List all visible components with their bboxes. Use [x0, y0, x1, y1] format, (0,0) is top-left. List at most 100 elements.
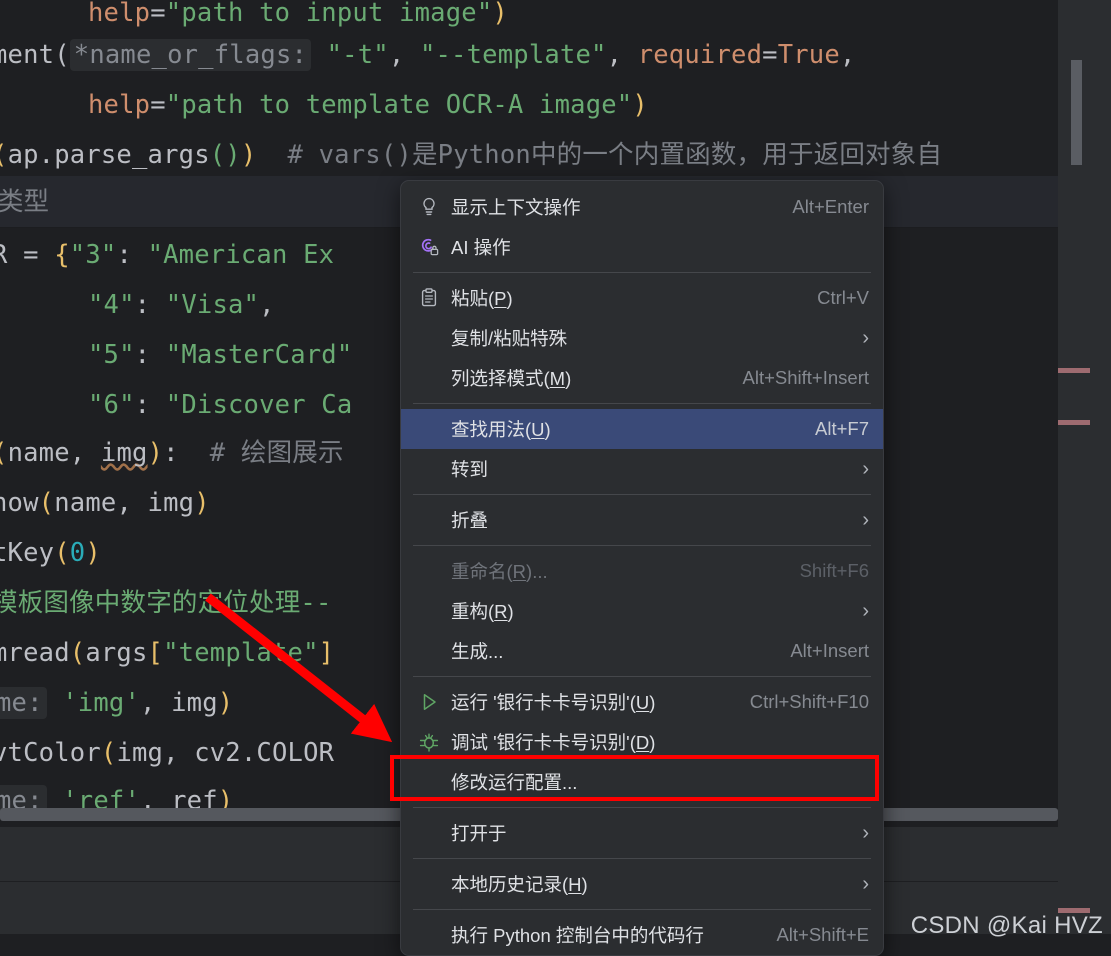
menu-item-folding[interactable]: 折叠 ›: [401, 500, 883, 540]
code-line: (name, img): # 绘图展示: [0, 428, 344, 478]
code-token: "--template": [419, 40, 607, 70]
code-token: (): [209, 140, 241, 170]
code-token: 0: [69, 538, 86, 568]
menu-item-generate[interactable]: 生成... Alt+Insert: [401, 631, 883, 671]
chevron-right-icon: ›: [862, 822, 869, 844]
code-token: ap.parse_args: [7, 140, 210, 170]
code-token: name, img: [54, 488, 195, 518]
lightbulb-icon: [413, 194, 445, 220]
code-token: "4": [88, 290, 135, 320]
code-token: how: [0, 488, 39, 518]
code-token: True: [777, 40, 840, 70]
code-token: "Visa": [165, 290, 260, 320]
icon-placeholder: [413, 507, 445, 533]
menu-item-label: 复制/粘贴特殊: [451, 328, 568, 349]
menu-item-refactor[interactable]: 重构(R) ›: [401, 591, 883, 631]
code-line: "6": "Discover Ca: [88, 380, 352, 430]
code-line: me: 'img', img): [0, 678, 233, 728]
menu-item-label: 列选择模式(M): [451, 368, 572, 389]
menu-item-show-context-actions[interactable]: 显示上下文操作 Alt+Enter: [401, 187, 883, 227]
menu-item-shortcut: Alt+Insert: [790, 640, 869, 661]
menu-item-run[interactable]: 运行 '银行卡卡号识别'(U) Ctrl+Shift+F10: [401, 682, 883, 722]
menu-item-execute-line-in-python-console[interactable]: 执行 Python 控制台中的代码行 Alt+Shift+E: [401, 915, 883, 955]
code-token: ): [85, 538, 101, 568]
chevron-right-icon: ›: [862, 873, 869, 895]
code-line: how(name, img): [0, 478, 210, 528]
code-token: [: [147, 638, 164, 668]
code-line: "5": "MasterCard": [88, 330, 352, 380]
code-token: help: [88, 90, 151, 120]
menu-item-label: 生成...: [451, 641, 504, 662]
menu-item-debug[interactable]: 调试 '银行卡卡号识别'(D): [401, 722, 883, 762]
menu-separator: [413, 676, 871, 677]
editor-context-menu[interactable]: 显示上下文操作 Alt+Enter AI 操作粘贴(P) Ctrl+V 复制/粘贴特殊 ›…: [400, 180, 884, 956]
error-marker[interactable]: [1058, 420, 1090, 425]
menu-item-paste[interactable]: 粘贴(P) Ctrl+V: [401, 278, 883, 318]
menu-item-label: 打开于: [451, 823, 507, 844]
chevron-right-icon: ›: [862, 600, 869, 622]
menu-item-label: 查找用法(U): [451, 419, 551, 440]
code-token: (: [0, 438, 8, 468]
menu-separator: [413, 545, 871, 546]
menu-item-shortcut: Alt+Enter: [792, 196, 869, 217]
ai-actions-icon: [413, 234, 445, 260]
code-token: =: [150, 90, 166, 120]
code-line: help="path to template OCR-A image"): [88, 80, 648, 130]
code-token: required: [637, 40, 763, 70]
code-token: "-t": [326, 40, 389, 70]
code-token: "MasterCard": [165, 340, 353, 370]
menu-item-find-usages[interactable]: 查找用法(U) Alt+F7: [401, 409, 883, 449]
chevron-right-icon: ›: [862, 458, 869, 480]
menu-item-shortcut: Alt+Shift+Insert: [742, 367, 869, 388]
menu-item-label: 折叠: [451, 510, 489, 531]
menu-item-label: 粘贴(P): [451, 288, 513, 309]
menu-item-shortcut: Ctrl+V: [817, 287, 869, 308]
code-token: :: [134, 390, 166, 420]
menu-item-go-to[interactable]: 转到 ›: [401, 449, 883, 489]
menu-item-shortcut: Shift+F6: [799, 560, 869, 581]
chevron-right-icon: ›: [862, 327, 869, 349]
menu-item-ai-actions[interactable]: AI 操作: [401, 227, 883, 267]
run-icon: [413, 689, 445, 715]
code-line: 模板图像中数字的定位处理--: [0, 578, 332, 628]
code-token: mread: [0, 638, 70, 668]
code-token: "3": [69, 240, 117, 270]
code-token: (: [38, 488, 55, 518]
editor-marker-strip[interactable]: [1058, 0, 1111, 956]
error-marker[interactable]: [1058, 368, 1090, 373]
menu-item-label: 调试 '银行卡卡号识别'(D): [451, 732, 656, 753]
menu-item-shortcut: Ctrl+Shift+F10: [749, 691, 869, 712]
menu-item-column-selection-mode[interactable]: 列选择模式(M) Alt+Shift+Insert: [401, 358, 883, 398]
code-token: "path to template OCR-A image": [165, 90, 633, 120]
code-token: ): [147, 438, 164, 468]
code-token: R: [0, 240, 23, 270]
menu-item-copy-paste-special[interactable]: 复制/粘贴特殊 ›: [401, 318, 883, 358]
menu-item-open-in[interactable]: 打开于 ›: [401, 813, 883, 853]
code-token: =: [150, 0, 166, 28]
menu-separator: [413, 858, 871, 859]
menu-separator: [413, 403, 871, 404]
menu-item-local-history[interactable]: 本地历史记录(H) ›: [401, 864, 883, 904]
menu-item-rename[interactable]: 重命名(R)... Shift+F6: [401, 551, 883, 591]
code-token: {: [54, 240, 70, 270]
menu-item-label: 转到: [451, 459, 489, 480]
code-token: :: [134, 290, 166, 320]
wrapped-comment-text: 类型: [0, 187, 50, 217]
watermark-text: CSDN @Kai HVZ: [910, 912, 1103, 939]
menu-item-modify-run-configuration[interactable]: 修改运行配置...: [401, 762, 883, 802]
code-token: ): [217, 688, 234, 718]
code-token: =: [23, 240, 55, 270]
code-token: "5": [88, 340, 135, 370]
menu-item-shortcut: Alt+F7: [815, 418, 869, 439]
paste-icon: [413, 285, 445, 311]
code-token: =: [762, 40, 778, 70]
code-token: ,: [839, 40, 856, 70]
vertical-scrollbar-thumb[interactable]: [1071, 60, 1082, 165]
menu-item-label: 显示上下文操作: [451, 197, 581, 218]
menu-item-label: AI 操作: [451, 237, 511, 258]
code-token: # 绘图展示: [209, 438, 344, 468]
menu-item-label: 执行 Python 控制台中的代码行: [451, 925, 704, 946]
code-token: (: [100, 738, 117, 768]
